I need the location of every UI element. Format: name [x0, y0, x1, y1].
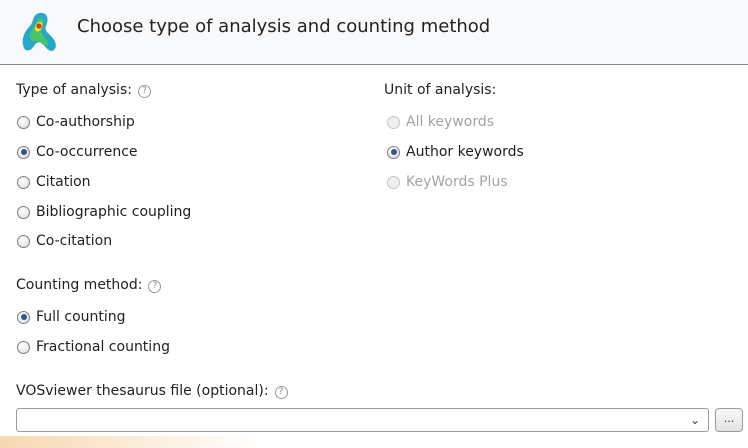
type-of-analysis-label: Type of analysis:?: [16, 82, 151, 98]
radio-button-icon: [387, 175, 400, 189]
radio-label: All keywords: [406, 114, 495, 130]
radio-label: Co-citation: [36, 233, 113, 249]
radio-co-citation[interactable]: Co-citation: [17, 231, 112, 251]
radio-fractional-counting[interactable]: Fractional counting: [17, 337, 170, 357]
radio-label: KeyWords Plus: [406, 174, 508, 190]
chevron-down-icon[interactable]: ⌄: [690, 414, 702, 426]
type-of-analysis-label-text: Type of analysis:: [16, 82, 132, 98]
help-icon[interactable]: ?: [137, 85, 151, 98]
radio-button-icon[interactable]: [17, 234, 30, 248]
thesaurus-label: VOSviewer thesaurus file (optional):?: [16, 383, 288, 399]
radio-button-icon[interactable]: [17, 205, 30, 219]
radio-label: Full counting: [36, 309, 126, 325]
radio-label: Fractional counting: [36, 339, 170, 355]
radio-button-icon[interactable]: [17, 175, 30, 189]
radio-co-occurrence[interactable]: Co-occurrence: [17, 142, 138, 162]
background-glow: [0, 436, 260, 448]
radio-author-keywords[interactable]: Author keywords: [387, 142, 524, 162]
radio-label: Co-occurrence: [36, 144, 138, 160]
vosviewer-logo-icon: [22, 12, 56, 51]
radio-keywords-plus: KeyWords Plus: [387, 172, 508, 192]
unit-of-analysis-label: Unit of analysis:: [384, 82, 497, 98]
help-icon[interactable]: ?: [148, 280, 162, 293]
radio-bibliographic-coupling[interactable]: Bibliographic coupling: [17, 202, 191, 222]
radio-button-icon[interactable]: [17, 310, 30, 324]
radio-citation[interactable]: Citation: [17, 172, 91, 192]
dialog-header: Choose type of analysis and counting met…: [0, 0, 748, 65]
radio-label: Bibliographic coupling: [36, 204, 192, 220]
radio-button-icon[interactable]: [17, 145, 30, 159]
radio-button-icon[interactable]: [17, 115, 30, 129]
radio-label: Author keywords: [406, 144, 524, 160]
radio-button-icon[interactable]: [387, 145, 400, 159]
thesaurus-label-text: VOSviewer thesaurus file (optional):: [16, 383, 269, 399]
radio-all-keywords: All keywords: [387, 112, 494, 132]
radio-full-counting[interactable]: Full counting: [17, 307, 126, 327]
help-icon[interactable]: ?: [274, 386, 288, 399]
radio-button-icon[interactable]: [17, 340, 30, 354]
browse-button[interactable]: ...: [715, 408, 743, 432]
dialog-title: Choose type of analysis and counting met…: [77, 16, 491, 37]
thesaurus-file-select[interactable]: ⌄: [16, 408, 709, 432]
radio-button-icon: [387, 115, 400, 129]
radio-label: Citation: [36, 174, 91, 190]
radio-co-authorship[interactable]: Co-authorship: [17, 112, 135, 132]
radio-label: Co-authorship: [36, 114, 135, 130]
counting-method-label: Counting method:?: [16, 277, 162, 293]
counting-method-label-text: Counting method:: [16, 277, 143, 293]
